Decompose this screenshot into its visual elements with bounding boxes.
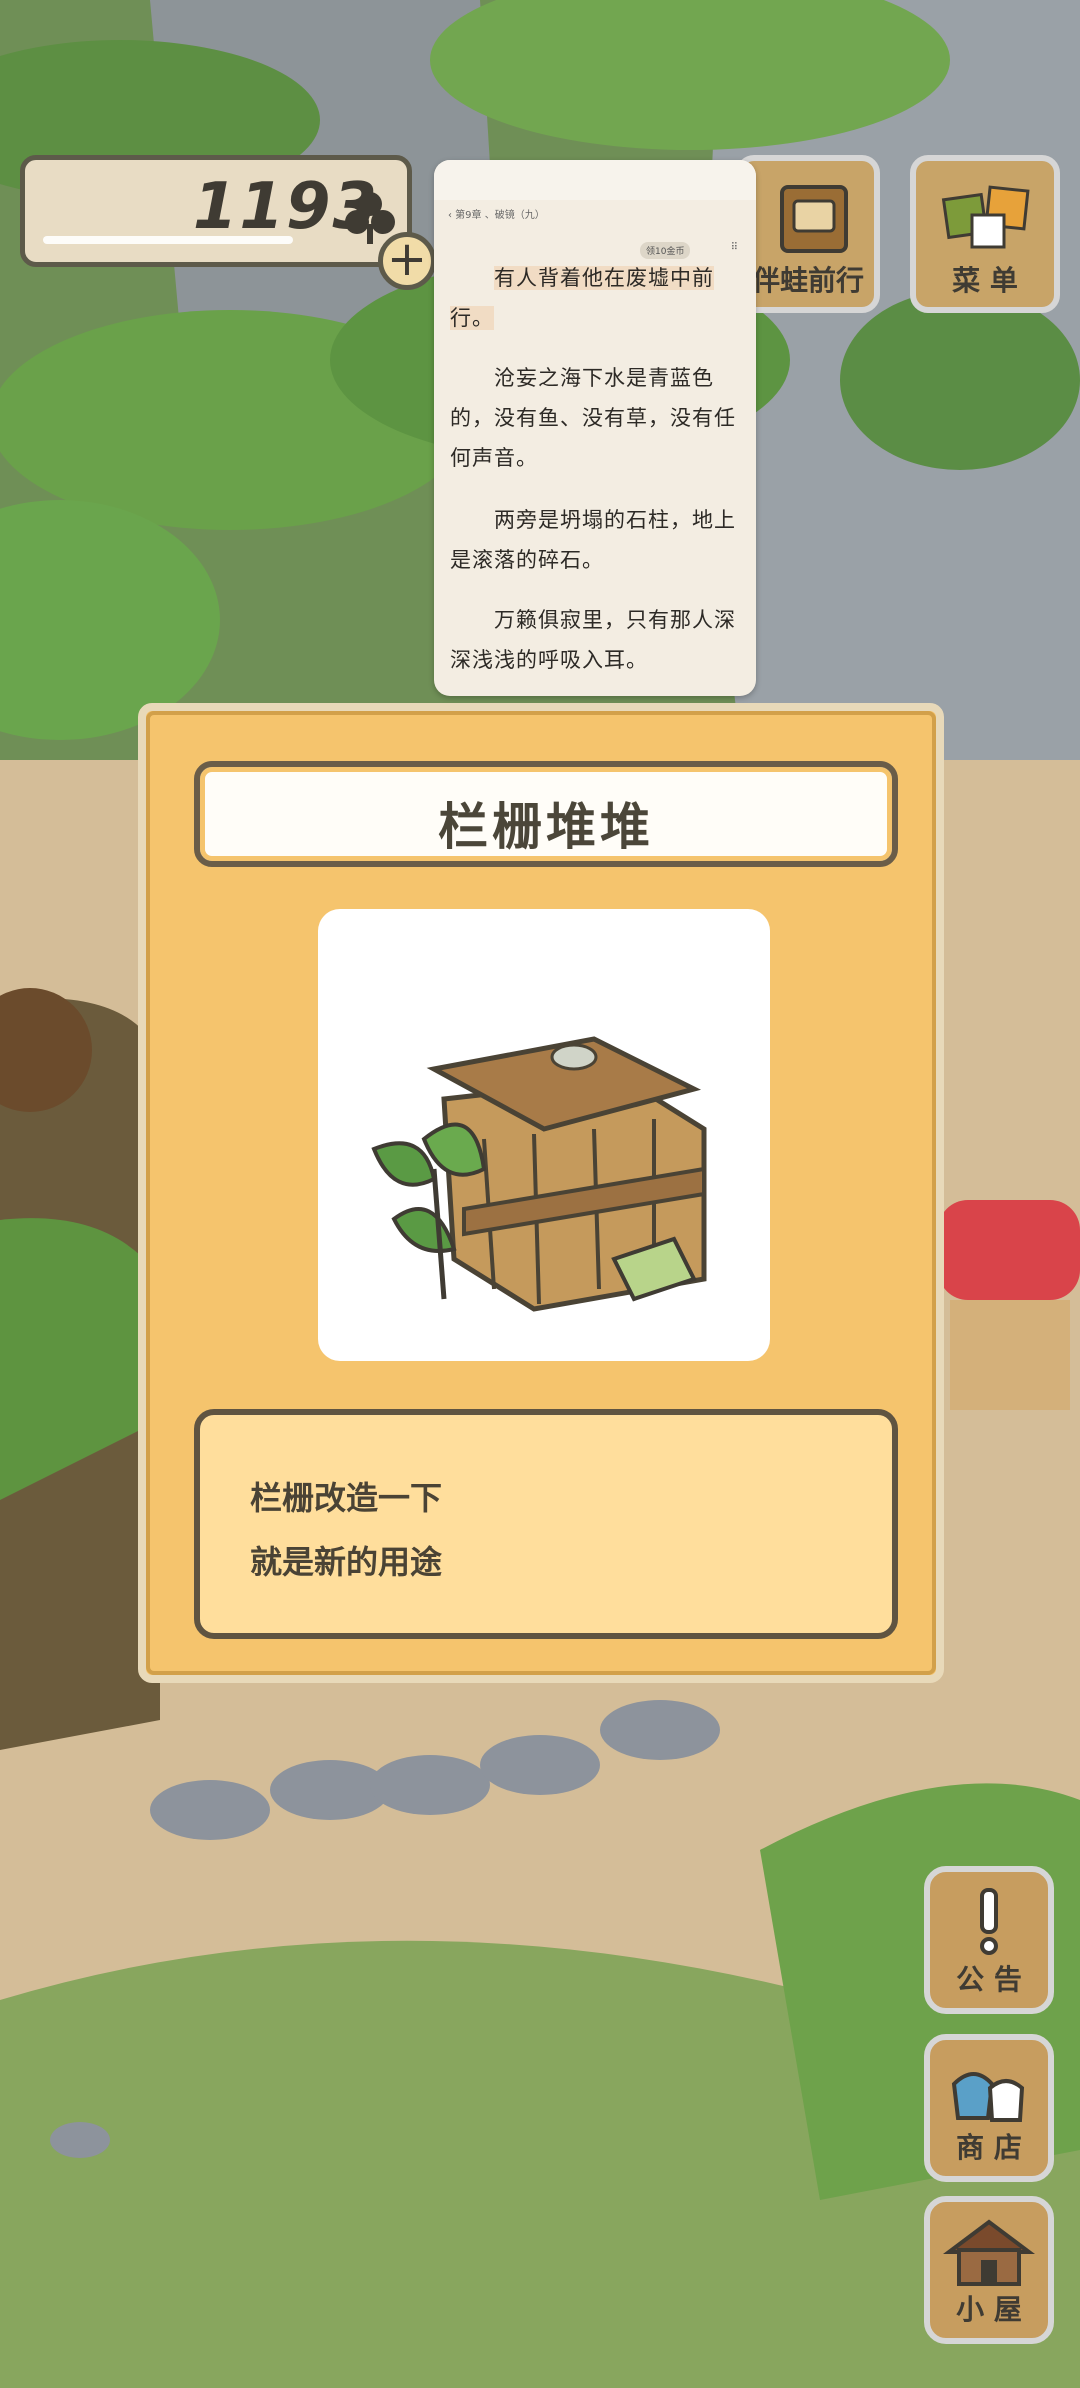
reader-paragraph-1: 有人背着他在废墟中前行。 [450, 266, 714, 330]
house-button[interactable]: 小 屋 [924, 2196, 1054, 2344]
reader-popup[interactable]: ‹ 第9章 、破镜（九） 领10金币 ⠿ 有人背着他在废墟中前行。 沧妄之海下水… [434, 160, 756, 696]
menu-tiles-icon [941, 185, 1030, 249]
item-title: 栏栅堆堆 [438, 798, 654, 856]
frog-travel-button[interactable]: 伴蛙前行 [736, 155, 880, 313]
notice-button[interactable]: 公 告 [924, 1866, 1054, 2014]
reader-paragraph-2: 沧妄之海下水是青蓝色的，没有鱼、没有草，没有任何声音。 [450, 366, 736, 470]
house-icon [930, 2216, 1048, 2292]
coin-reward-chip[interactable]: 领10金币 [640, 242, 691, 259]
exclamation-icon [930, 1886, 1048, 1960]
item-description-line-2: 就是新的用途 [250, 1543, 443, 1581]
frog-travel-label: 伴蛙前行 [751, 264, 864, 297]
chapter-breadcrumb[interactable]: ‹ 第9章 、破镜（九） [448, 206, 545, 221]
fence-pile-icon [371, 1036, 707, 1312]
menu-button[interactable]: 菜 单 [910, 155, 1060, 313]
shop-button[interactable]: 商 店 [924, 2034, 1054, 2182]
item-image-frame [318, 909, 770, 1361]
notebook-icon [780, 185, 848, 253]
clover-counter: 1193 [20, 155, 412, 267]
item-title-box: 栏栅堆堆 [194, 761, 898, 867]
shop-label: 商 店 [956, 2131, 1022, 2164]
add-clover-button[interactable]: + [378, 232, 436, 290]
item-detail-card[interactable]: 栏栅堆堆 栏栅改造一下 就是新的用途 [138, 703, 944, 1683]
item-description-line-1: 栏栅改造一下 [250, 1479, 443, 1517]
menu-label: 菜 单 [952, 264, 1018, 297]
reader-paragraph-3: 两旁是坍塌的石柱，地上是滚落的碎石。 [450, 508, 736, 572]
house-label: 小 屋 [956, 2293, 1022, 2326]
drag-handle-icon[interactable]: ⠿ [731, 242, 738, 253]
item-description-box: 栏栅改造一下 就是新的用途 [194, 1409, 898, 1639]
reader-paragraph-4: 万籁俱寂里，只有那人深深浅浅的呼吸入耳。 [450, 608, 736, 672]
bags-icon [930, 2054, 1048, 2130]
notice-label: 公 告 [956, 1963, 1022, 1996]
